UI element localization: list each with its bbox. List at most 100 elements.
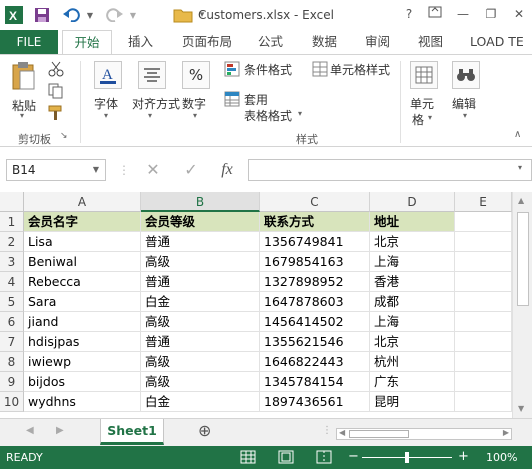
row-header[interactable]: 3 xyxy=(0,252,24,272)
table-cell[interactable] xyxy=(455,372,512,392)
paste-button[interactable]: 粘贴 ▾ xyxy=(8,61,40,120)
table-cell[interactable]: Lisa xyxy=(24,232,141,252)
header-cell[interactable]: 会员名字 xyxy=(24,212,141,232)
table-cell[interactable] xyxy=(455,232,512,252)
table-cell[interactable] xyxy=(455,352,512,372)
table-cell[interactable]: 1355621546 xyxy=(260,332,370,352)
table-cell[interactable]: 普通 xyxy=(141,272,260,292)
table-cell[interactable] xyxy=(455,392,512,412)
collapse-ribbon-icon[interactable]: ∧ xyxy=(514,129,521,140)
font-button[interactable]: A 字体 ▾ xyxy=(88,59,128,127)
table-cell[interactable]: jiand xyxy=(24,312,141,332)
row-header[interactable]: 10 xyxy=(0,392,24,412)
table-cell[interactable]: 香港 xyxy=(370,272,455,292)
table-cell[interactable]: wydhns xyxy=(24,392,141,412)
zoom-in-button[interactable]: + xyxy=(458,449,469,464)
column-header-b[interactable]: B xyxy=(141,192,260,212)
row-header[interactable]: 8 xyxy=(0,352,24,372)
row-header[interactable]: 7 xyxy=(0,332,24,352)
table-cell[interactable]: iwiewp xyxy=(24,352,141,372)
table-cell[interactable]: 北京 xyxy=(370,332,455,352)
header-cell[interactable] xyxy=(455,212,512,232)
table-cell[interactable]: 白金 xyxy=(141,392,260,412)
table-cell[interactable] xyxy=(455,272,512,292)
prev-sheet-icon[interactable]: ◀ xyxy=(26,425,34,436)
table-cell[interactable]: 高级 xyxy=(141,252,260,272)
table-cell[interactable]: 白金 xyxy=(141,292,260,312)
row-header[interactable]: 2 xyxy=(0,232,24,252)
table-cell[interactable]: Rebecca xyxy=(24,272,141,292)
table-cell[interactable]: 广东 xyxy=(370,372,455,392)
cut-icon[interactable] xyxy=(48,61,66,79)
zoom-out-button[interactable]: − xyxy=(348,449,359,464)
tab-load-test[interactable]: LOAD TE xyxy=(470,30,524,54)
select-all-corner[interactable] xyxy=(0,192,24,212)
format-painter-icon[interactable] xyxy=(48,105,66,123)
table-cell[interactable]: 高级 xyxy=(141,352,260,372)
expand-formula-bar-icon[interactable]: ▾ xyxy=(518,163,522,172)
row-header[interactable]: 4 xyxy=(0,272,24,292)
table-cell[interactable] xyxy=(455,332,512,352)
column-header-a[interactable]: A xyxy=(24,192,141,212)
vertical-scroll-thumb[interactable] xyxy=(517,212,529,306)
table-cell[interactable]: 1327898952 xyxy=(260,272,370,292)
row-header[interactable]: 1 xyxy=(0,212,24,232)
zoom-level[interactable]: 100% xyxy=(486,451,517,464)
page-layout-view-icon[interactable] xyxy=(278,450,294,467)
horizontal-scroll-thumb[interactable] xyxy=(349,430,409,438)
table-cell[interactable]: 昆明 xyxy=(370,392,455,412)
tab-page-layout[interactable]: 页面布局 xyxy=(182,30,232,54)
add-sheet-button[interactable]: ⊕ xyxy=(198,421,211,440)
conditional-formatting-button[interactable]: 条件格式 xyxy=(222,59,302,81)
table-cell[interactable]: 高级 xyxy=(141,372,260,392)
table-cell[interactable]: bijdos xyxy=(24,372,141,392)
tab-insert[interactable]: 插入 xyxy=(128,30,153,54)
table-cell[interactable]: 普通 xyxy=(141,232,260,252)
tab-formulas[interactable]: 公式 xyxy=(258,30,283,54)
table-cell[interactable]: 1897436561 xyxy=(260,392,370,412)
table-cell[interactable]: 北京 xyxy=(370,232,455,252)
table-cell[interactable]: 1456414502 xyxy=(260,312,370,332)
file-tab[interactable]: FILE xyxy=(0,30,58,54)
table-cell[interactable]: 杭州 xyxy=(370,352,455,372)
table-cell[interactable] xyxy=(455,292,512,312)
sheet-tab-sheet1[interactable]: Sheet1 xyxy=(100,419,164,445)
formula-input[interactable] xyxy=(248,159,532,181)
table-cell[interactable]: 1345784154 xyxy=(260,372,370,392)
column-header-d[interactable]: D xyxy=(370,192,455,212)
column-header-e[interactable]: E xyxy=(455,192,512,212)
name-box[interactable]: B14 ▼ xyxy=(6,159,106,181)
table-cell[interactable] xyxy=(455,312,512,332)
cell-styles-button[interactable]: 单元格样式 xyxy=(310,59,394,81)
insert-function-button[interactable]: fx xyxy=(214,159,240,181)
tab-home[interactable]: 开始 xyxy=(62,30,112,54)
scroll-right-icon[interactable]: ▶ xyxy=(503,428,509,437)
alignment-button[interactable]: 对齐方式 ▾ xyxy=(130,59,180,127)
table-cell[interactable] xyxy=(455,252,512,272)
close-button[interactable]: ✕ xyxy=(508,4,530,24)
row-header[interactable]: 9 xyxy=(0,372,24,392)
table-cell[interactable]: 普通 xyxy=(141,332,260,352)
header-cell[interactable]: 会员等级 xyxy=(141,212,260,232)
table-cell[interactable]: 高级 xyxy=(141,312,260,332)
scroll-down-icon[interactable]: ▼ xyxy=(518,404,524,413)
cancel-icon[interactable]: ✕ xyxy=(140,159,166,181)
tab-view[interactable]: 视图 xyxy=(418,30,443,54)
column-header-c[interactable]: C xyxy=(260,192,370,212)
number-button[interactable]: % 数字 ▾ xyxy=(178,59,216,127)
cells-button[interactable]: 单元 格 ▾ xyxy=(406,59,442,127)
clipboard-launcher-icon[interactable]: ↘ xyxy=(60,131,68,141)
table-cell[interactable]: 上海 xyxy=(370,252,455,272)
editing-button[interactable]: 编辑 ▾ xyxy=(448,59,486,127)
scroll-up-icon[interactable]: ▲ xyxy=(518,196,524,205)
normal-view-icon[interactable] xyxy=(240,450,256,467)
horizontal-scrollbar[interactable]: ◀ ▶ xyxy=(336,428,512,440)
enter-icon[interactable]: ✓ xyxy=(178,159,204,181)
table-cell[interactable]: 上海 xyxy=(370,312,455,332)
next-sheet-icon[interactable]: ▶ xyxy=(56,425,64,436)
row-header[interactable]: 5 xyxy=(0,292,24,312)
header-cell[interactable]: 联系方式 xyxy=(260,212,370,232)
table-cell[interactable]: 成都 xyxy=(370,292,455,312)
page-break-view-icon[interactable] xyxy=(316,450,332,467)
row-header[interactable]: 6 xyxy=(0,312,24,332)
